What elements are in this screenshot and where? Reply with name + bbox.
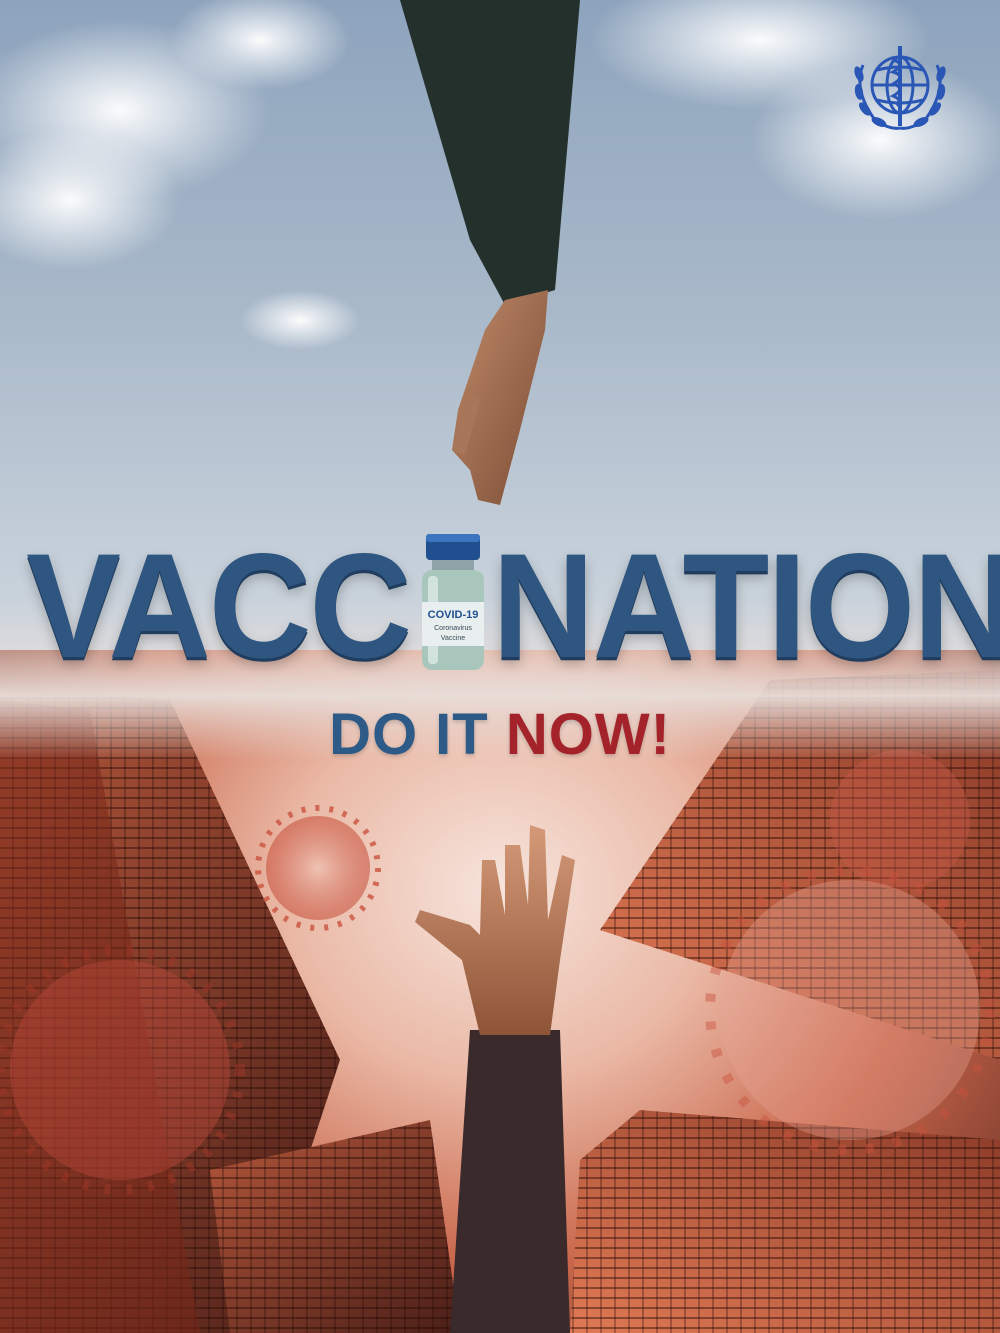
vaccine-vial-icon: COVID-19 Coronavirus Vaccine [422, 534, 484, 670]
tagline-part2: NOW! [505, 702, 671, 767]
tagline-part1: DO IT [329, 702, 489, 767]
who-emblem-icon [854, 46, 946, 130]
headline: VACC NATION [0, 527, 1000, 685]
headline-left: VACC [26, 522, 412, 690]
tagline: DO IT NOW! [0, 700, 1000, 770]
reaching-down-arm [400, 0, 580, 505]
vial-label: COVID-19 [428, 609, 479, 621]
vial-sublabel: Coronavirus [434, 625, 472, 632]
vial-sublabel-2: Vaccine [441, 635, 465, 642]
vaccination-poster: VACC NATION COVID-19 Coronavirus Vaccine… [0, 0, 1000, 1333]
headline-right: NATION [492, 522, 1000, 690]
